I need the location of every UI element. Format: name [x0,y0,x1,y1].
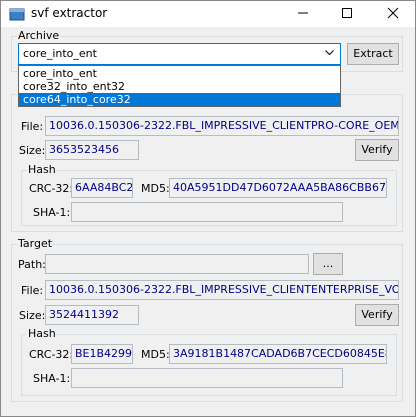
app-icon [9,6,25,22]
archive-dropdown-list: core_into_ent core32_into_ent32 core64_i… [18,65,341,107]
archive-select[interactable]: core_into_ent [18,43,341,65]
archive-group-label: Archive [17,29,61,42]
dropdown-option[interactable]: core_into_ent [19,67,340,80]
target-sha1-field[interactable] [71,368,343,388]
target-file-field[interactable]: 10036.0.150306-2322.FBL_IMPRESSIVE_CLIEN… [45,280,399,300]
app-window: svf extractor Archive core_into_ent Extr… [0,0,416,417]
browse-button[interactable]: ... [313,253,343,275]
target-group-label: Target [17,237,54,250]
source-size-field[interactable]: 3653523456 [45,140,139,160]
target-md5-field[interactable]: 3A9181B1487CADAD6B7CECD60845E8E5 [169,344,387,364]
title-bar[interactable]: svf extractor [1,1,415,27]
archive-select-value: core_into_ent [23,47,97,60]
target-path-field[interactable] [45,254,309,274]
target-hash-label: Hash [27,327,57,340]
source-sha1-field[interactable] [71,202,343,222]
source-crc-label: CRC-32: [29,182,74,195]
chevron-down-icon [325,50,334,56]
source-crc-field[interactable]: 6AA84BC2 [71,178,133,198]
source-md5-field[interactable]: 40A5951DD47D6072AAA5BA86CBB67479 [169,178,387,198]
target-sha1-label: SHA-1: [33,372,71,385]
target-crc-label: CRC-32: [29,348,74,361]
target-file-label: File: [21,284,44,297]
target-crc-field[interactable]: BE1B4299 [71,344,133,364]
target-md5-label: MD5: [141,348,170,361]
maximize-button[interactable] [327,1,367,25]
source-size-label: Size: [19,144,46,157]
dropdown-option-selected[interactable]: core64_into_core32 [19,93,340,106]
maximize-icon [342,8,352,18]
close-button[interactable] [373,1,413,25]
source-hash-label: Hash [27,163,57,176]
target-size-field[interactable]: 3524411392 [45,305,139,325]
source-md5-label: MD5: [141,182,170,195]
extract-button[interactable]: Extract [347,43,399,65]
minimize-button[interactable] [283,1,323,25]
dropdown-option[interactable]: core32_into_ent32 [19,80,340,93]
source-verify-button[interactable]: Verify [355,139,399,161]
source-file-label: File: [21,120,44,133]
window-title: svf extractor [31,6,108,20]
source-sha1-label: SHA-1: [33,206,71,219]
source-file-field[interactable]: 10036.0.150306-2322.FBL_IMPRESSIVE_CLIEN… [45,116,399,136]
target-path-label: Path: [18,258,46,271]
minimize-icon [298,12,308,14]
target-size-label: Size: [19,309,46,322]
target-verify-button[interactable]: Verify [355,304,399,326]
close-icon [387,7,399,19]
